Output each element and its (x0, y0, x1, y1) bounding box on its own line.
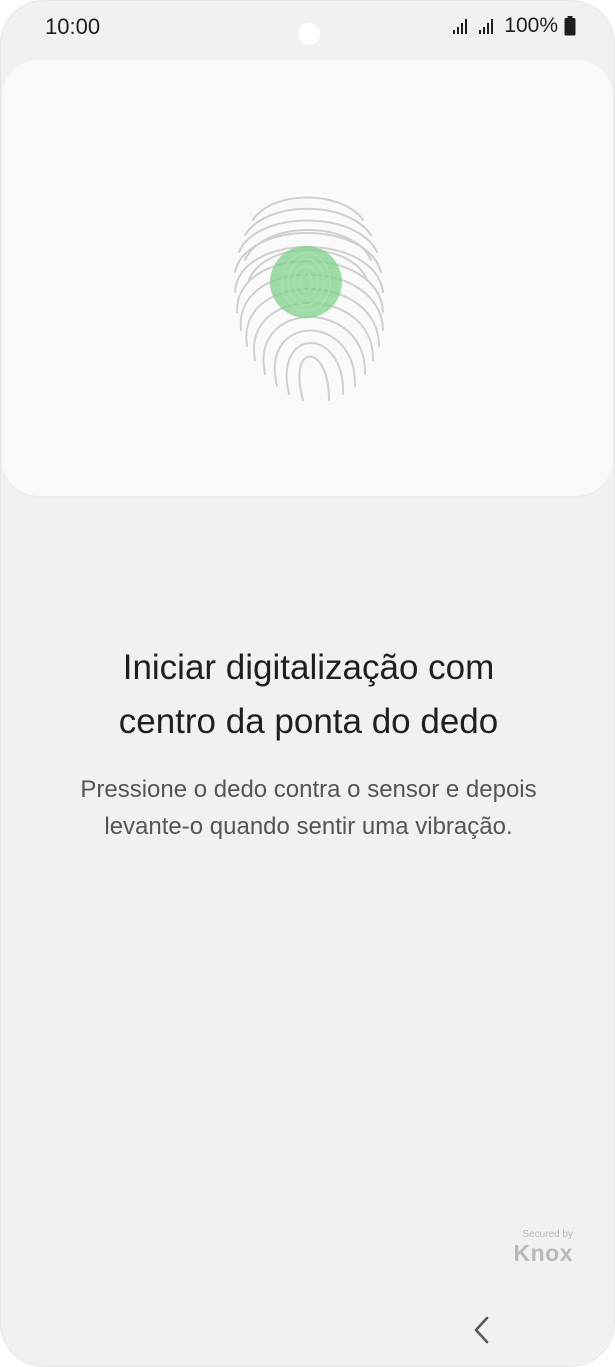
status-icons: 100% (452, 14, 576, 38)
phone-screen: 10:00 100% Iniciar digitalização com cen… (0, 0, 615, 1367)
knox-logo: Secured by Knox (514, 1229, 574, 1266)
signal-bars-icon (479, 19, 494, 34)
fingerprint-illustration-card (2, 60, 613, 496)
description-line-1: Pressione o dedo contra o sensor e depoi… (80, 776, 537, 803)
title-line-2: centro da ponta do dedo (118, 702, 499, 741)
instruction-texts: Iniciar digitalização com centro da pont… (1, 641, 614, 845)
status-time: 10:00 (45, 14, 101, 39)
chevron-left-icon[interactable] (467, 1313, 497, 1347)
description-line-2: levante-o quando sentir uma vibração. (104, 813, 513, 840)
camera-cutout (298, 23, 320, 45)
knox-brand-text: Knox (513, 1240, 573, 1266)
page-title: Iniciar digitalização com centro da pont… (39, 641, 579, 749)
battery-percentage: 100% (504, 14, 558, 37)
fingerprint-icon (234, 196, 384, 401)
instruction-description: Pressione o dedo contra o sensor e depoi… (29, 771, 589, 845)
title-line-1: Iniciar digitalização com (122, 648, 495, 687)
status-bar: 10:00 100% (1, 1, 614, 57)
signal-bars-icon (453, 19, 468, 34)
battery-icon (564, 16, 576, 36)
